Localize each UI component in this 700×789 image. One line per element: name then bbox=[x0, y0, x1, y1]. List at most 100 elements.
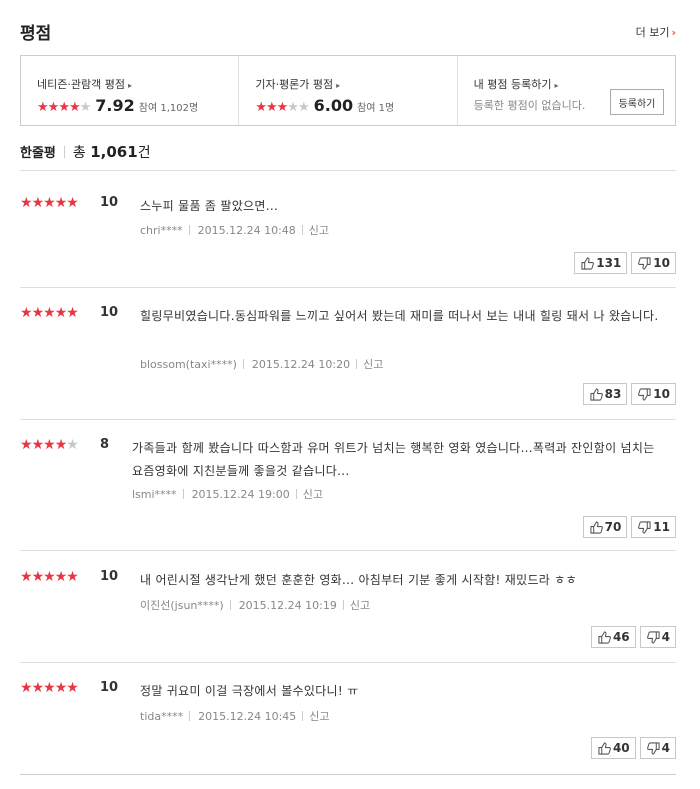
dislike-button[interactable]: 4 bbox=[639, 737, 676, 759]
star-filled-icon: ★ bbox=[43, 195, 56, 211]
dislike-button[interactable]: 11 bbox=[631, 516, 676, 538]
dislike-count: 4 bbox=[661, 630, 670, 644]
rating-summary: 네티즌·관람객 평점 ▸ ★★★★★ 7.92 참여 1,102명 기자·평론가 … bbox=[20, 55, 676, 126]
star-rating: ★★★★★ bbox=[20, 437, 79, 453]
critic-rating-title: 기자·평론가 평점 bbox=[255, 78, 334, 91]
review-total-suffix: 건 bbox=[137, 145, 151, 161]
star-filled-icon: ★ bbox=[58, 100, 70, 115]
review-text: 스누피 물품 좀 팔았으면... bbox=[140, 199, 279, 213]
review-date: 2015.12.24 10:19 bbox=[238, 599, 337, 612]
review-text: 힐링무비였습니다.동심파워를 느끼고 싶어서 봤는데 재미를 떠나서 보는 내내… bbox=[140, 309, 659, 323]
review-score: 10 bbox=[100, 569, 119, 584]
register-rating-button[interactable]: 등록하기 bbox=[609, 89, 664, 115]
dislike-button[interactable]: 4 bbox=[639, 626, 676, 648]
review-text: 정말 귀요미 이걸 극장에서 볼수있다니! ㅠ bbox=[140, 684, 359, 698]
dislike-button[interactable]: 10 bbox=[631, 252, 676, 274]
divider bbox=[20, 419, 676, 420]
review-meta: tida**** 2015.12.24 10:45 신고 bbox=[140, 708, 330, 724]
star-filled-icon: ★ bbox=[20, 305, 33, 321]
critic-rating-link[interactable]: 기자·평론가 평점 ▸ bbox=[255, 76, 456, 92]
review-score: 10 bbox=[100, 680, 119, 695]
triangle-right-icon: ▸ bbox=[127, 81, 132, 90]
section-title: 평점 bbox=[20, 24, 52, 44]
like-count: 83 bbox=[604, 387, 622, 401]
star-rating: ★★★★★ bbox=[20, 195, 79, 211]
like-count: 70 bbox=[604, 520, 622, 534]
more-label: 더 보기 bbox=[635, 26, 670, 39]
review-text: 가족들과 함께 봤습니다 따스함과 유머 위트가 넘치는 행복한 영화 였습니다… bbox=[132, 441, 655, 478]
review-user: lsmi**** bbox=[132, 488, 177, 501]
star-filled-icon: ★ bbox=[31, 569, 45, 585]
like-button[interactable]: 40 bbox=[590, 737, 636, 759]
review-user: chri**** bbox=[140, 224, 183, 237]
report-link[interactable]: 신고 bbox=[309, 710, 329, 723]
star-rating: ★★★★★ bbox=[20, 305, 79, 321]
divider bbox=[188, 225, 190, 235]
like-button[interactable]: 70 bbox=[582, 516, 628, 538]
star-filled-icon: ★ bbox=[20, 569, 33, 585]
thumbs-up-icon bbox=[598, 741, 613, 755]
star-filled-icon: ★ bbox=[20, 437, 33, 453]
star-rating: ★★★★★ bbox=[20, 680, 79, 696]
vote-buttons: 46 4 bbox=[590, 626, 676, 648]
review-user: 이진선(jsun****) bbox=[140, 599, 224, 612]
thumbs-up-icon bbox=[598, 630, 613, 644]
review-text: 내 어린시절 생각난게 했던 훈훈한 영화... 아침부터 기분 좋게 시작함!… bbox=[140, 573, 577, 587]
like-button[interactable]: 46 bbox=[590, 626, 636, 648]
star-filled-icon: ★ bbox=[47, 100, 60, 115]
divider bbox=[189, 711, 191, 721]
star-filled-icon: ★ bbox=[54, 680, 68, 696]
like-button[interactable]: 83 bbox=[582, 383, 628, 405]
my-rating-title: 내 평점 등록하기 bbox=[473, 78, 552, 91]
triangle-right-icon: ▸ bbox=[554, 81, 559, 90]
star-filled-icon: ★ bbox=[66, 680, 79, 696]
like-count: 131 bbox=[596, 256, 622, 270]
divider bbox=[20, 662, 676, 663]
netizen-score: 7.92 bbox=[95, 96, 135, 115]
netizen-rating-title: 네티즌·관람객 평점 bbox=[37, 78, 125, 91]
divider bbox=[356, 359, 358, 369]
star-filled-icon: ★ bbox=[20, 195, 33, 211]
divider bbox=[20, 170, 676, 171]
critic-rating-cell: 기자·평론가 평점 ▸ ★★★★★ 6.00 참여 1명 bbox=[238, 56, 456, 125]
review-date: 2015.12.24 10:48 bbox=[197, 224, 296, 237]
thumbs-up-icon bbox=[590, 520, 605, 534]
review-user: blossom(taxi****) bbox=[140, 358, 237, 371]
divider bbox=[295, 489, 297, 499]
review-score: 10 bbox=[100, 195, 119, 210]
review-date: 2015.12.24 10:20 bbox=[251, 358, 351, 371]
critic-score: 6.00 bbox=[313, 96, 354, 115]
dislike-button[interactable]: 10 bbox=[631, 383, 676, 405]
thumbs-up-icon bbox=[581, 256, 596, 270]
more-link[interactable]: 더 보기 › bbox=[636, 24, 676, 40]
star-filled-icon: ★ bbox=[54, 195, 68, 211]
star-filled-icon: ★ bbox=[43, 569, 56, 585]
review-meta: 이진선(jsun****) 2015.12.24 10:19 신고 bbox=[140, 597, 370, 613]
netizen-participants: 참여 1,102명 bbox=[138, 103, 199, 114]
star-filled-icon: ★ bbox=[31, 305, 45, 321]
report-link[interactable]: 신고 bbox=[350, 599, 370, 612]
review-meta: lsmi**** 2015.12.24 19:00 신고 bbox=[132, 486, 323, 502]
review-score: 8 bbox=[100, 437, 110, 452]
report-link[interactable]: 신고 bbox=[363, 358, 383, 371]
my-rating-cell: 내 평점 등록하기 ▸ 등록한 평점이 없습니다. 등록하기 bbox=[456, 56, 675, 125]
star-filled-icon: ★ bbox=[31, 680, 45, 696]
vote-buttons: 70 11 bbox=[582, 516, 676, 538]
star-rating: ★★★★★ bbox=[20, 569, 79, 585]
netizen-rating-link[interactable]: 네티즌·관람객 평점 ▸ bbox=[37, 76, 238, 92]
star-filled-icon: ★ bbox=[43, 305, 56, 321]
vote-buttons: 131 10 bbox=[574, 252, 676, 274]
star-empty-icon: ★ bbox=[66, 437, 79, 453]
review-score: 10 bbox=[100, 305, 119, 320]
thumbs-down-icon bbox=[646, 741, 662, 755]
star-rating: ★★★★★ bbox=[255, 101, 309, 114]
like-count: 40 bbox=[612, 741, 630, 755]
review-total-prefix: 총 bbox=[72, 145, 86, 161]
report-link[interactable]: 신고 bbox=[309, 224, 329, 237]
like-button[interactable]: 131 bbox=[574, 252, 628, 274]
divider bbox=[20, 774, 676, 775]
thumbs-down-icon bbox=[646, 630, 662, 644]
report-link[interactable]: 신고 bbox=[303, 488, 323, 501]
dislike-count: 10 bbox=[653, 387, 670, 401]
review-meta: blossom(taxi****) 2015.12.24 10:20 신고 bbox=[140, 356, 383, 372]
